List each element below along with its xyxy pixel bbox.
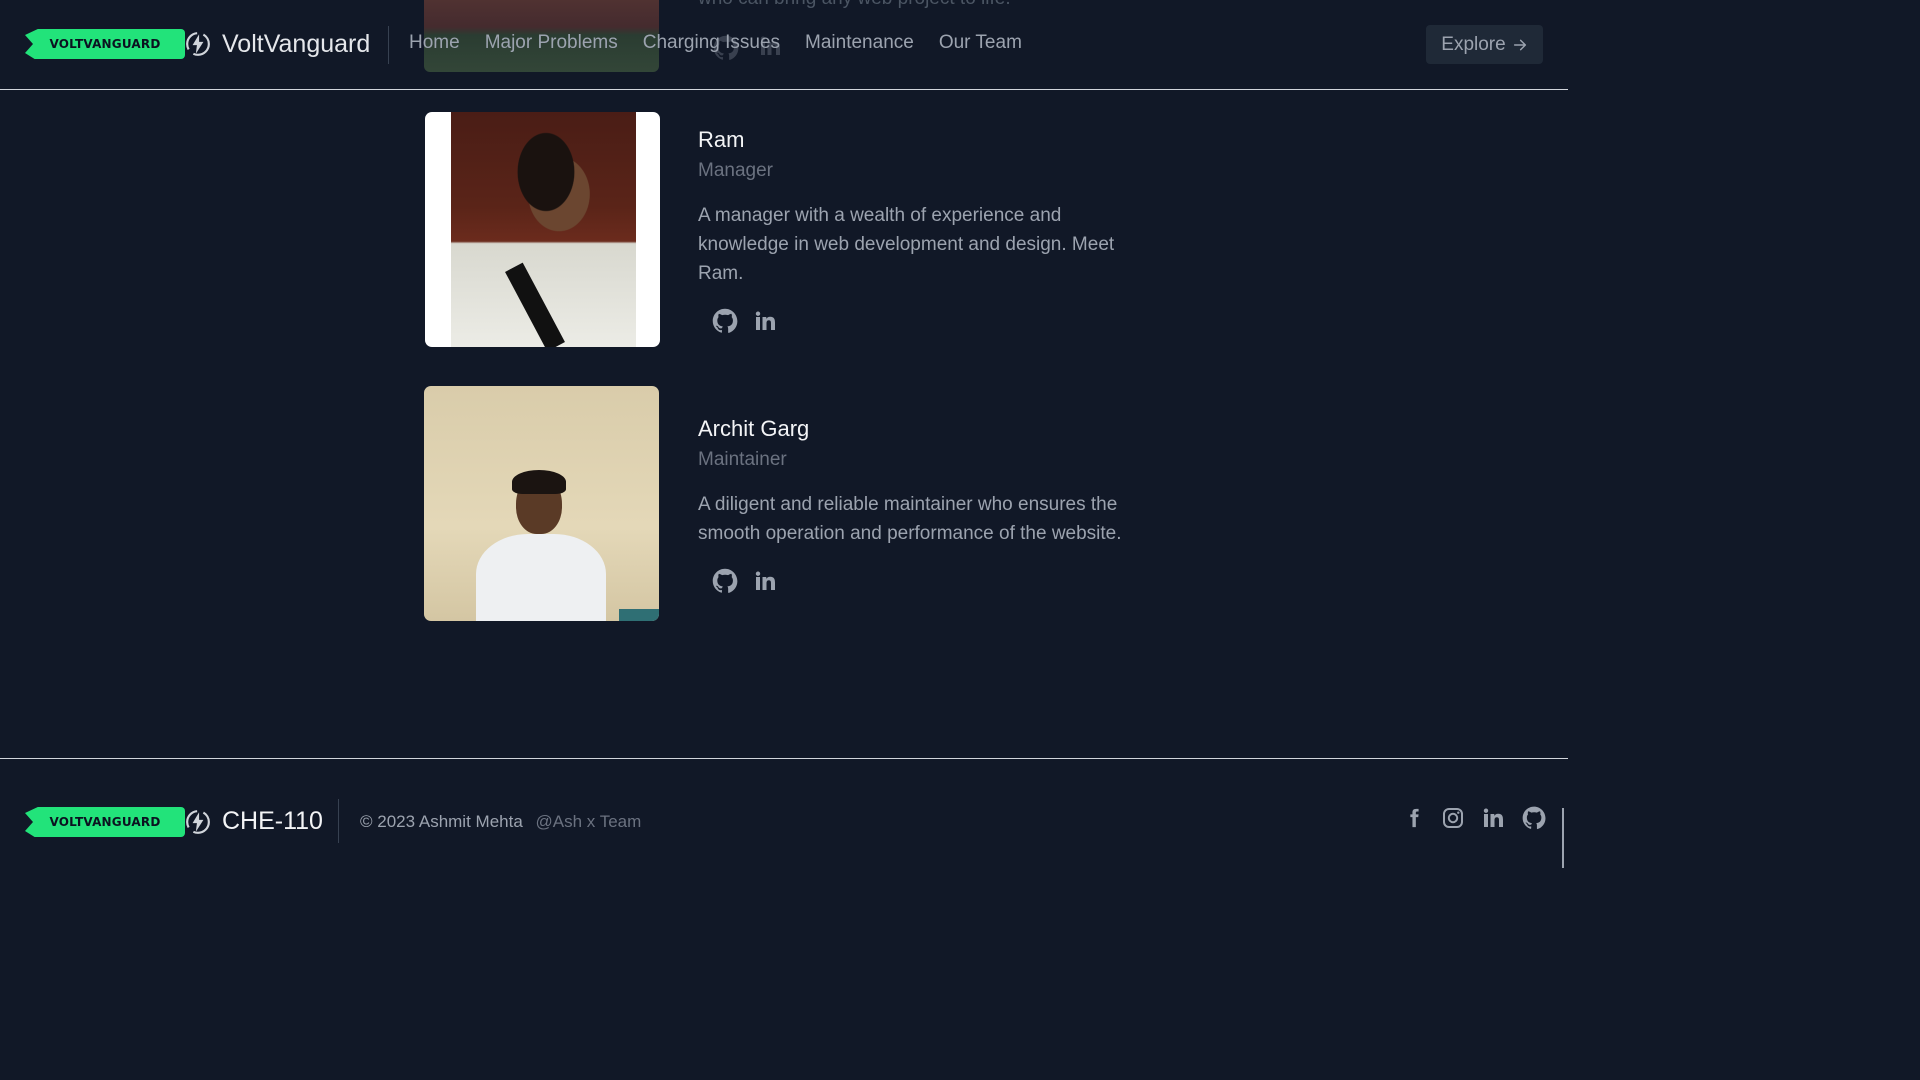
bolt-icon bbox=[186, 810, 210, 834]
footer-divider bbox=[338, 799, 339, 843]
copyright-text: © 2023 Ashmit Mehta @Ash x Team bbox=[360, 812, 641, 832]
instagram-icon[interactable] bbox=[1441, 806, 1465, 830]
nav-maintenance[interactable]: Maintenance bbox=[805, 32, 914, 54]
member-links bbox=[711, 307, 777, 335]
github-icon[interactable] bbox=[1521, 805, 1547, 831]
header-divider bbox=[388, 26, 389, 64]
member-description: A diligent and reliable maintainer who e… bbox=[698, 494, 1122, 544]
team-handle-link[interactable]: @Ash x Team bbox=[536, 812, 642, 831]
logo-badge[interactable]: VOLTVANGUARD bbox=[25, 29, 185, 59]
footer-title: CHE-110 bbox=[222, 807, 323, 835]
explore-label: Explore bbox=[1441, 33, 1506, 55]
arrow-right-icon bbox=[1513, 39, 1526, 50]
member-photo-archit-garg bbox=[424, 386, 659, 621]
footer-logo-badge[interactable]: VOLTVANGUARD bbox=[25, 807, 185, 837]
member-role: Maintainer bbox=[698, 449, 787, 470]
facebook-icon[interactable] bbox=[1403, 806, 1425, 830]
nav-our-team[interactable]: Our Team bbox=[939, 32, 1022, 54]
linkedin-icon[interactable] bbox=[753, 569, 777, 593]
logo-text: VOLTVANGUARD bbox=[49, 37, 161, 51]
member-description: A manager with a wealth of experience an… bbox=[698, 205, 1115, 284]
explore-button[interactable]: Explore bbox=[1426, 25, 1543, 64]
bolt-icon bbox=[186, 32, 210, 56]
linkedin-icon[interactable] bbox=[753, 309, 777, 333]
site-footer: VOLTVANGUARD CHE-110 © 2023 Ashmit Mehta… bbox=[0, 758, 1568, 882]
linkedin-icon[interactable] bbox=[1481, 806, 1505, 830]
scrollbar[interactable] bbox=[1562, 808, 1564, 868]
nav-home[interactable]: Home bbox=[409, 32, 460, 54]
github-icon[interactable] bbox=[711, 307, 739, 335]
member-role: Manager bbox=[698, 160, 773, 181]
github-icon[interactable] bbox=[711, 567, 739, 595]
member-name: Ram bbox=[698, 127, 745, 152]
nav-charging-issues[interactable]: Charging Issues bbox=[643, 32, 780, 54]
brand-name[interactable]: VoltVanguard bbox=[222, 30, 370, 59]
site-header: VOLTVANGUARD VoltVanguard Home Major Pro… bbox=[0, 0, 1568, 90]
copyright: © 2023 Ashmit Mehta bbox=[360, 812, 523, 831]
member-photo-ram bbox=[425, 112, 660, 347]
member-name: Archit Garg bbox=[698, 416, 810, 441]
member-links bbox=[711, 567, 777, 595]
logo-text: VOLTVANGUARD bbox=[49, 815, 161, 829]
footer-social-links bbox=[1403, 805, 1547, 831]
main-nav: Home Major Problems Charging Issues Main… bbox=[409, 32, 1022, 54]
nav-major-problems[interactable]: Major Problems bbox=[485, 32, 618, 54]
